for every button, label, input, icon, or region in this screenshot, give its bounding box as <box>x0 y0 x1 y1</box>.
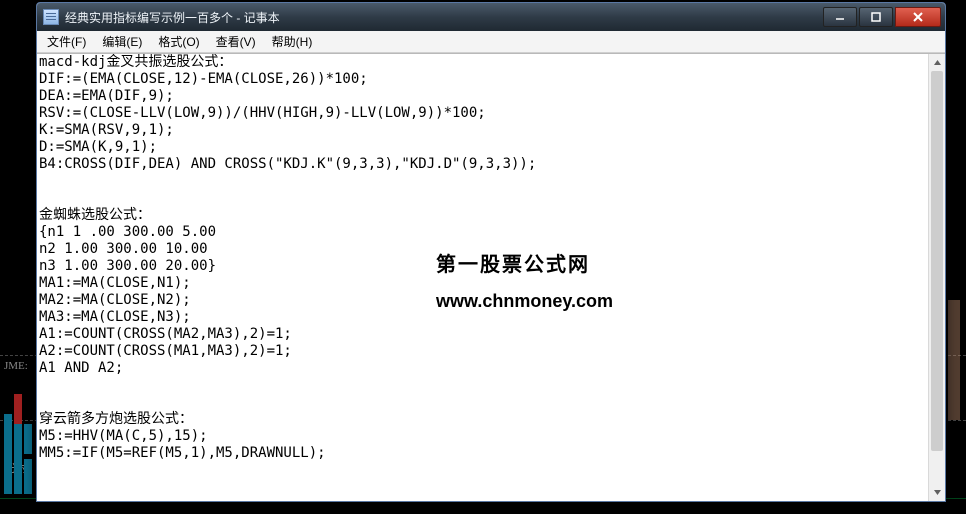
scroll-thumb[interactable] <box>931 71 943 451</box>
maximize-button[interactable] <box>859 7 893 27</box>
scroll-track[interactable] <box>929 71 945 484</box>
text-editor[interactable]: macd-kdj金叉共振选股公式： DIF:=(EMA(CLOSE,12)-EM… <box>37 54 928 501</box>
menu-help[interactable]: 帮助(H) <box>264 31 321 52</box>
menu-file[interactable]: 文件(F) <box>39 31 94 52</box>
vertical-scrollbar[interactable] <box>928 54 945 501</box>
notepad-icon <box>43 9 59 25</box>
titlebar[interactable]: 经典实用指标编写示例一百多个 - 记事本 <box>37 3 945 31</box>
scroll-down-button[interactable] <box>929 484 945 501</box>
window-title: 经典实用指标编写示例一百多个 - 记事本 <box>65 9 815 26</box>
minimize-button[interactable] <box>823 7 857 27</box>
scroll-up-button[interactable] <box>929 54 945 71</box>
notepad-window: 经典实用指标编写示例一百多个 - 记事本 文件(F) 编辑(E) 格式(O) 查… <box>36 2 946 502</box>
client-area: macd-kdj金叉共振选股公式： DIF:=(EMA(CLOSE,12)-EM… <box>37 53 945 501</box>
close-button[interactable] <box>895 7 941 27</box>
menu-bar: 文件(F) 编辑(E) 格式(O) 查看(V) 帮助(H) <box>37 31 945 53</box>
menu-view[interactable]: 查看(V) <box>208 31 264 52</box>
bg-label-volume: JME: <box>4 360 28 372</box>
menu-format[interactable]: 格式(O) <box>150 31 207 52</box>
desktop-background: JME: 分时 经典实用指标编写示例一百多个 - 记事本 <box>0 0 966 514</box>
menu-edit[interactable]: 编辑(E) <box>94 31 150 52</box>
